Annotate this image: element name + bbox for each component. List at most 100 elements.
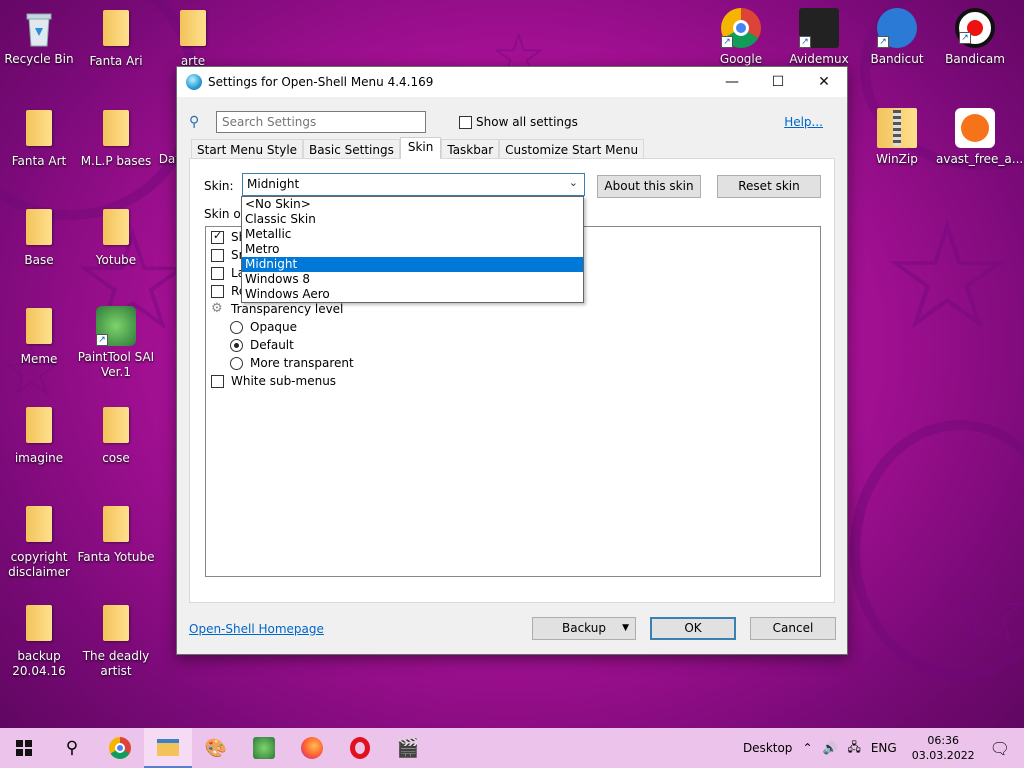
radio-option-default[interactable]: Default bbox=[230, 336, 294, 354]
dropdown-option[interactable]: <No Skin> bbox=[242, 197, 583, 212]
skin-option-row[interactable]: La bbox=[211, 264, 245, 282]
desktop-icon-google[interactable]: ↗ Google bbox=[702, 8, 780, 66]
dropdown-option[interactable]: Metro bbox=[242, 242, 583, 257]
desktop-icon-yotube[interactable]: Yotube bbox=[77, 207, 155, 268]
title-bar[interactable]: Settings for Open-Shell Menu 4.4.169 — ☐… bbox=[177, 67, 847, 97]
desktop-icon-fanta-ari[interactable]: Fanta Ari bbox=[77, 8, 155, 69]
taskbar-chrome[interactable] bbox=[96, 728, 144, 768]
radio-button[interactable] bbox=[230, 320, 243, 334]
taskbar-avidemux[interactable]: 🎬 bbox=[384, 728, 432, 768]
desktop-icon-label: Avidemux 2.7 bbox=[789, 52, 849, 66]
chevron-down-icon: ⌄ bbox=[568, 176, 578, 189]
desktop-icon-avast[interactable]: avast_free_a... bbox=[936, 108, 1023, 167]
start-button[interactable] bbox=[0, 728, 48, 768]
chevron-up-icon[interactable]: ⌃ bbox=[802, 741, 812, 755]
tab-taskbar[interactable]: Taskbar bbox=[441, 139, 500, 159]
desktop-toolbar-label[interactable]: Desktop bbox=[743, 741, 793, 755]
maximize-button[interactable]: ☐ bbox=[755, 67, 801, 97]
taskbar-search-button[interactable]: ⚲ bbox=[48, 728, 96, 768]
tab-customize-start-menu[interactable]: Customize Start Menu bbox=[499, 139, 645, 159]
desktop-icon-label: backup 20.04.16 bbox=[12, 649, 66, 678]
folder-icon bbox=[180, 10, 206, 46]
desktop-icon-winzip[interactable]: WinZip bbox=[858, 108, 936, 167]
desktop-icon-fanta-art[interactable]: Fanta Art bbox=[0, 108, 78, 169]
desktop-icon-label: Fanta Yotube bbox=[77, 550, 155, 564]
checkbox[interactable] bbox=[211, 284, 224, 298]
checkbox-box[interactable] bbox=[459, 115, 472, 129]
radio-button[interactable] bbox=[230, 356, 243, 370]
taskbar-paint[interactable]: 🎨 bbox=[192, 728, 240, 768]
avast-icon bbox=[955, 108, 995, 148]
radio-option-more-transparent[interactable]: More transparent bbox=[230, 354, 354, 372]
clapperboard-icon: 🎬 bbox=[396, 737, 420, 759]
network-icon[interactable]: 🖧 bbox=[847, 738, 860, 759]
desktop-icon-label: Recycle Bin bbox=[4, 52, 74, 66]
radio-label: More transparent bbox=[250, 356, 354, 370]
dropdown-option[interactable]: Classic Skin bbox=[242, 212, 583, 227]
ok-button[interactable]: OK bbox=[650, 617, 736, 640]
desktop-icon-avidemux[interactable]: ↗ Avidemux 2.7 bbox=[780, 8, 858, 66]
dropdown-option-selected[interactable]: Midnight bbox=[242, 257, 583, 272]
skin-select[interactable]: Midnight ⌄ bbox=[242, 173, 585, 196]
checkbox[interactable] bbox=[211, 248, 224, 262]
language-indicator[interactable]: ENG bbox=[871, 741, 897, 755]
dropdown-option[interactable]: Metallic bbox=[242, 227, 583, 242]
clock-date: 03.03.2022 bbox=[911, 749, 975, 762]
tab-skin[interactable]: Skin bbox=[399, 137, 442, 159]
desktop-icon-bandicut[interactable]: ↗ Bandicut bbox=[858, 8, 936, 67]
reset-skin-button[interactable]: Reset skin bbox=[717, 175, 821, 198]
desktop-icon-arte[interactable]: arte bbox=[154, 8, 232, 69]
cancel-button[interactable]: Cancel bbox=[750, 617, 836, 640]
skin-option-row[interactable]: White sub-menus bbox=[211, 372, 336, 390]
open-shell-homepage-link[interactable]: Open-Shell Homepage bbox=[189, 622, 324, 636]
winzip-icon bbox=[877, 108, 917, 148]
desktop-icon-copyright-disclaimer[interactable]: copyright disclaimer bbox=[0, 504, 78, 580]
desktop-icon-the-deadly-artist[interactable]: The deadly artist bbox=[77, 603, 155, 679]
radio-option-opaque[interactable]: Opaque bbox=[230, 318, 297, 336]
folder-icon bbox=[103, 10, 129, 46]
search-input[interactable] bbox=[216, 111, 426, 133]
dropdown-option[interactable]: Windows 8 bbox=[242, 272, 583, 287]
help-link[interactable]: Help... bbox=[784, 115, 823, 129]
desktop-icon-recycle-bin[interactable]: Recycle Bin bbox=[0, 8, 78, 67]
about-this-skin-button[interactable]: About this skin bbox=[597, 175, 701, 198]
desktop-icon-dat[interactable]: Dat bbox=[140, 108, 180, 167]
painttool-sai-icon bbox=[253, 737, 275, 759]
desktop-icon-label: Google bbox=[719, 52, 763, 66]
volume-icon[interactable]: 🔊 bbox=[823, 741, 838, 755]
search-row: ⚲ Show all settings Help... bbox=[189, 111, 827, 135]
settings-dialog: Settings for Open-Shell Menu 4.4.169 — ☐… bbox=[176, 66, 848, 655]
desktop-icon-backup[interactable]: backup 20.04.16 bbox=[0, 603, 78, 679]
checkbox-checked[interactable] bbox=[211, 229, 224, 244]
checkbox[interactable] bbox=[211, 374, 224, 388]
taskbar-opera[interactable] bbox=[336, 728, 384, 768]
tab-strip: Start Menu Style Basic Settings Skin Tas… bbox=[191, 137, 645, 159]
notification-icon[interactable]: 🗨 bbox=[990, 739, 1010, 758]
folder-icon bbox=[103, 506, 129, 542]
desktop-icon-meme[interactable]: Meme bbox=[0, 306, 78, 367]
minimize-button[interactable]: — bbox=[709, 67, 755, 97]
checkbox[interactable] bbox=[211, 266, 224, 280]
desktop-icon-base[interactable]: Base bbox=[0, 207, 78, 268]
clock[interactable]: 06:36 03.03.2022 bbox=[912, 733, 975, 763]
settings-group-icon: ⚙ bbox=[211, 301, 223, 316]
desktop-icon-cose[interactable]: cose bbox=[77, 405, 155, 466]
tab-start-menu-style[interactable]: Start Menu Style bbox=[191, 139, 304, 159]
desktop-icon-painttool-sai[interactable]: ↗ PaintTool SAI Ver.1 bbox=[77, 306, 155, 380]
close-button[interactable]: ✕ bbox=[801, 67, 847, 97]
taskbar-firefox[interactable] bbox=[288, 728, 336, 768]
taskbar-painttool-sai[interactable] bbox=[240, 728, 288, 768]
desktop-icon-fanta-yotube[interactable]: Fanta Yotube bbox=[77, 504, 155, 565]
desktop-icon-imagine[interactable]: imagine bbox=[0, 405, 78, 466]
backup-label: Backup bbox=[562, 621, 606, 635]
chrome-icon bbox=[109, 737, 131, 759]
radio-button-selected[interactable] bbox=[230, 338, 243, 352]
taskbar-file-explorer[interactable] bbox=[144, 728, 192, 768]
show-all-settings-label: Show all settings bbox=[476, 115, 578, 129]
backup-button[interactable]: Backup ▼ bbox=[532, 617, 636, 640]
tab-basic-settings[interactable]: Basic Settings bbox=[303, 139, 400, 159]
bandicam-icon: ↗ bbox=[955, 8, 995, 48]
desktop-icon-bandicam[interactable]: ↗ Bandicam bbox=[936, 8, 1014, 67]
dropdown-option[interactable]: Windows Aero bbox=[242, 287, 583, 302]
show-all-settings-checkbox[interactable]: Show all settings bbox=[459, 115, 578, 129]
